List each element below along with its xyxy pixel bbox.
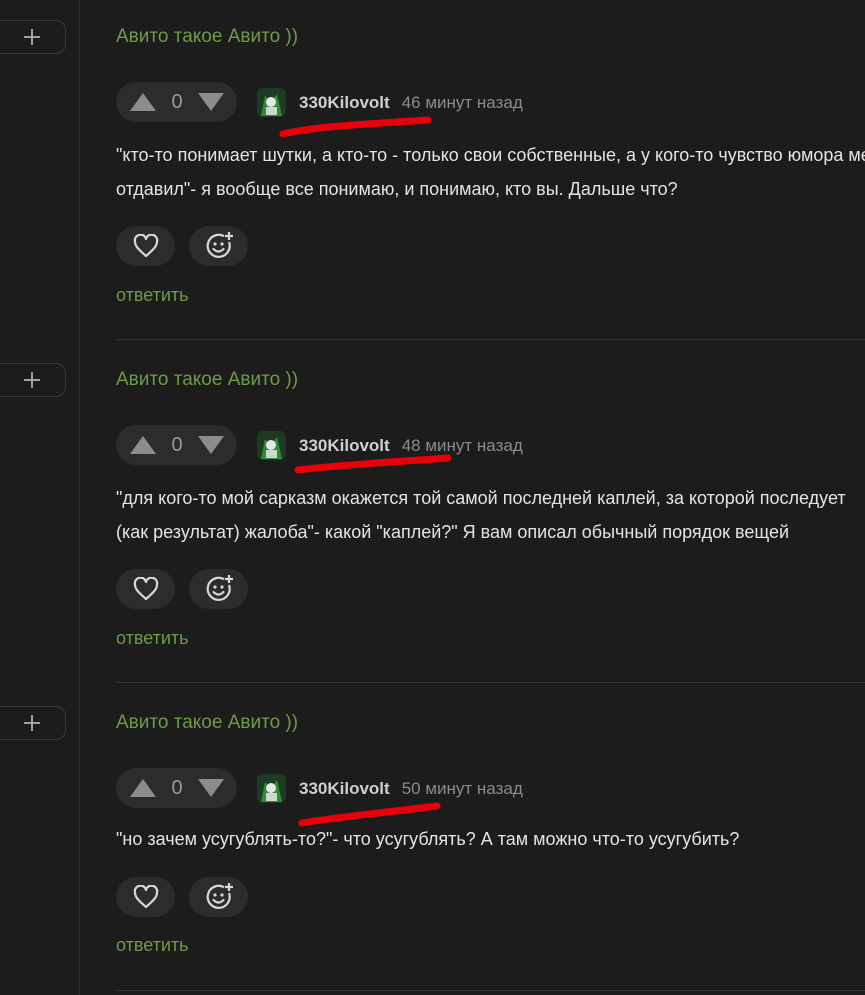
react-button[interactable] bbox=[189, 877, 248, 917]
arrow-down-icon bbox=[198, 436, 224, 454]
username-link[interactable]: 330Kilovolt bbox=[299, 93, 390, 113]
like-button[interactable] bbox=[116, 226, 175, 266]
comment-meta: 330Kilovolt 50 минут назад bbox=[257, 774, 523, 803]
vote-widget: 0 bbox=[116, 82, 237, 122]
thread-title-link[interactable]: Авито такое Авито )) bbox=[116, 369, 298, 391]
comment-meta: 330Kilovolt 46 минут назад bbox=[257, 88, 523, 117]
comment-card: Авито такое Авито )) 0 330Kilovolt 50 ми… bbox=[116, 712, 865, 972]
plus-icon bbox=[23, 715, 40, 731]
emoji-add-icon bbox=[206, 232, 233, 258]
reply-link[interactable]: ответить bbox=[116, 285, 189, 306]
arrow-up-icon bbox=[130, 436, 156, 454]
avatar[interactable] bbox=[257, 431, 286, 460]
reply-link[interactable]: ответить bbox=[116, 628, 189, 649]
comment-card: Авито такое Авито )) 0 330Kilovolt 46 ми… bbox=[116, 26, 865, 326]
comment-text: "кто-то понимает шутки, а кто-то - тольк… bbox=[116, 138, 865, 206]
emoji-add-icon bbox=[206, 575, 233, 601]
comment-line: "но зачем усугублять-то?"- что усугублят… bbox=[116, 829, 740, 849]
downvote-button[interactable] bbox=[191, 82, 231, 122]
thread-title-link[interactable]: Авито такое Авито )) bbox=[116, 712, 298, 734]
arrow-down-icon bbox=[198, 779, 224, 797]
downvote-button[interactable] bbox=[191, 768, 231, 808]
plus-icon bbox=[23, 372, 40, 388]
upvote-button[interactable] bbox=[123, 425, 163, 465]
timestamp-link[interactable]: 48 минут назад bbox=[402, 436, 523, 456]
comment-text: "для кого-то мой сарказм окажется той са… bbox=[116, 481, 865, 549]
heart-icon bbox=[133, 885, 158, 909]
vote-widget: 0 bbox=[116, 425, 237, 465]
upvote-button[interactable] bbox=[123, 82, 163, 122]
comment-meta: 330Kilovolt 48 минут назад bbox=[257, 431, 523, 460]
comment-separator bbox=[116, 339, 865, 340]
avatar[interactable] bbox=[257, 774, 286, 803]
heart-icon bbox=[133, 577, 158, 601]
vote-count: 0 bbox=[171, 433, 183, 456]
comment-text: "но зачем усугублять-то?"- что усугублят… bbox=[116, 822, 865, 856]
vote-widget: 0 bbox=[116, 768, 237, 808]
react-button[interactable] bbox=[189, 569, 248, 609]
expand-thread-button[interactable] bbox=[0, 363, 66, 397]
vote-count: 0 bbox=[171, 90, 183, 113]
vote-count: 0 bbox=[171, 776, 183, 799]
arrow-down-icon bbox=[198, 93, 224, 111]
username-link[interactable]: 330Kilovolt bbox=[299, 436, 390, 456]
comment-line: (как результат) жалоба"- какой "каплей?"… bbox=[116, 522, 790, 542]
reply-link[interactable]: ответить bbox=[116, 935, 189, 956]
arrow-up-icon bbox=[130, 93, 156, 111]
comment-card: Авито такое Авито )) 0 330Kilovolt 48 ми… bbox=[116, 369, 865, 669]
like-button[interactable] bbox=[116, 569, 175, 609]
expand-thread-button[interactable] bbox=[0, 706, 66, 740]
arrow-up-icon bbox=[130, 779, 156, 797]
downvote-button[interactable] bbox=[191, 425, 231, 465]
expand-thread-button[interactable] bbox=[0, 20, 66, 54]
plus-icon bbox=[23, 29, 40, 45]
upvote-button[interactable] bbox=[123, 768, 163, 808]
comment-line: "для кого-то мой сарказм окажется той са… bbox=[116, 488, 846, 508]
avatar[interactable] bbox=[257, 88, 286, 117]
comment-line: "кто-то понимает шутки, а кто-то - тольк… bbox=[116, 145, 865, 165]
username-link[interactable]: 330Kilovolt bbox=[299, 779, 390, 799]
emoji-add-icon bbox=[206, 883, 233, 909]
thread-title-link[interactable]: Авито такое Авито )) bbox=[116, 26, 298, 48]
comment-line: отдавил"- я вообще все понимаю, и понима… bbox=[116, 179, 678, 199]
heart-icon bbox=[133, 234, 158, 258]
timestamp-link[interactable]: 46 минут назад bbox=[402, 93, 523, 113]
comment-separator bbox=[116, 682, 865, 683]
left-rail bbox=[0, 0, 80, 995]
like-button[interactable] bbox=[116, 877, 175, 917]
react-button[interactable] bbox=[189, 226, 248, 266]
timestamp-link[interactable]: 50 минут назад bbox=[402, 779, 523, 799]
comment-separator bbox=[116, 990, 865, 991]
